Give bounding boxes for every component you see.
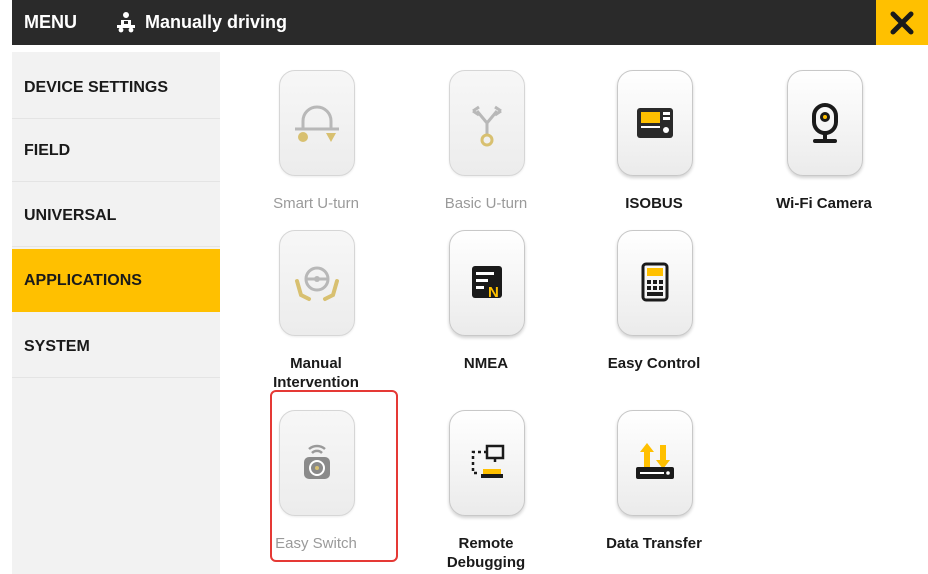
app-tile-button[interactable] — [449, 410, 525, 516]
app-tile-label: NMEA — [463, 355, 509, 372]
smart-u-turn-icon — [295, 105, 339, 142]
data-transfer-icon — [636, 443, 674, 479]
app-tile-label: Remote Debugging — [446, 535, 526, 571]
app-tile-button[interactable]: N — [449, 230, 525, 336]
app-tile-label: Basic U-turn — [444, 195, 528, 212]
app-tile-label: Data Transfer — [606, 535, 702, 552]
app-tile-label: Wi-Fi Camera — [776, 195, 872, 212]
app-tile-button[interactable] — [617, 70, 693, 176]
menu-label[interactable]: MENU — [24, 0, 77, 45]
sidebar-item-universal[interactable]: UNIVERSAL — [12, 184, 220, 247]
app-tile-button[interactable] — [617, 410, 693, 516]
app-tile-button[interactable] — [279, 70, 355, 176]
nmea-icon: N — [472, 266, 502, 301]
app-tile-button[interactable] — [787, 70, 863, 176]
app-tile-button[interactable] — [279, 230, 355, 336]
tractor-driver-icon — [117, 12, 135, 33]
sidebar-item-system[interactable]: SYSTEM — [12, 315, 220, 378]
sidebar-item-device-settings[interactable]: DEVICE SETTINGS — [12, 56, 220, 119]
steering-hands-icon — [295, 266, 339, 301]
sidebar-item-label: FIELD — [24, 142, 71, 159]
app-tile-button[interactable] — [449, 70, 525, 176]
app-tile-label: Easy Control — [607, 355, 701, 372]
sidebar-item-label: SYSTEM — [24, 338, 90, 355]
isobus-terminal-icon — [637, 108, 673, 138]
sidebar: DEVICE SETTINGS FIELD UNIVERSAL APPLICAT… — [0, 52, 220, 574]
camera-icon — [812, 103, 838, 143]
sidebar-item-applications[interactable]: APPLICATIONS — [12, 249, 220, 312]
sidebar-item-field[interactable]: FIELD — [12, 119, 220, 182]
app-tile-button[interactable] — [279, 410, 355, 516]
easy-switch-icon — [304, 444, 330, 479]
sidebar-item-label: APPLICATIONS — [24, 272, 142, 289]
basic-u-turn-icon — [472, 105, 502, 147]
app-tile-label: ISOBUS — [625, 195, 683, 212]
app-tile-label: Smart U-turn — [273, 195, 359, 212]
close-button[interactable] — [876, 0, 928, 45]
header-edge — [0, 0, 12, 45]
header-spacer — [0, 45, 928, 52]
sidebar-edge — [0, 52, 12, 574]
app-tile-label: Manual Intervention — [273, 355, 359, 391]
close-icon — [890, 11, 914, 34]
app-tile-button[interactable] — [617, 230, 693, 336]
driving-mode-label: Manually driving — [145, 12, 288, 32]
sidebar-item-label: UNIVERSAL — [24, 207, 117, 224]
sidebar-item-label: DEVICE SETTINGS — [24, 79, 169, 96]
top-bar: MENU Manually driving — [0, 0, 928, 45]
easy-control-icon — [641, 262, 669, 302]
app-tile-label: Easy Switch — [275, 535, 357, 552]
remote-debugging-icon — [471, 444, 505, 478]
svg-text:N: N — [488, 284, 499, 301]
